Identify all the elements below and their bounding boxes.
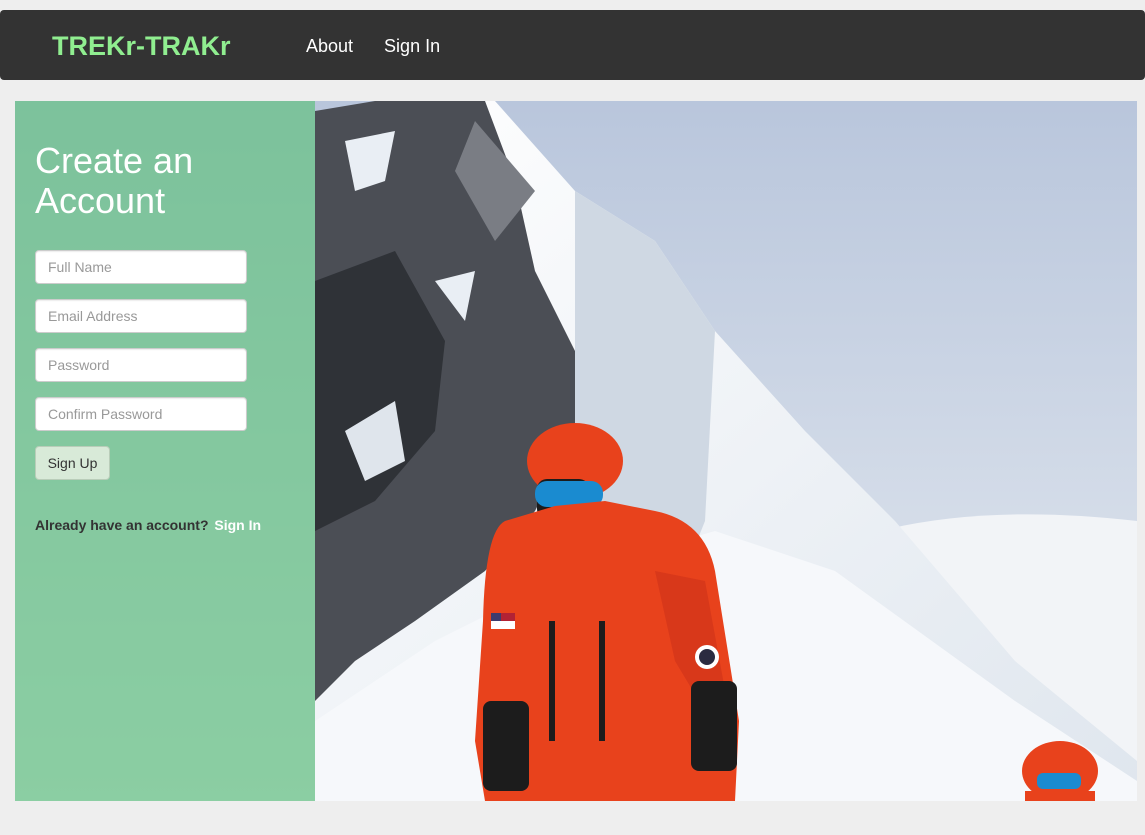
hero-section: Create an Account Sign Up Already have a…: [15, 101, 1137, 801]
nav-links: About Sign In: [306, 34, 471, 58]
sign-in-link[interactable]: Sign In: [214, 517, 261, 533]
password-field[interactable]: [35, 348, 247, 382]
have-account-prompt: Already have an account? Sign In: [35, 517, 261, 533]
sign-up-button[interactable]: Sign Up: [35, 446, 110, 480]
brand-logo[interactable]: TREKr-TRAKr: [52, 28, 231, 64]
nav-sign-in-link[interactable]: Sign In: [384, 34, 440, 58]
full-name-field[interactable]: [35, 250, 247, 284]
have-account-text: Already have an account?: [35, 517, 209, 533]
signup-panel: Create an Account Sign Up Already have a…: [15, 101, 315, 801]
confirm-password-field[interactable]: [35, 397, 247, 431]
top-navbar: TREKr-TRAKr About Sign In: [0, 10, 1145, 80]
form-title: Create an Account: [35, 140, 194, 221]
nav-about-link[interactable]: About: [306, 34, 353, 58]
email-field[interactable]: [35, 299, 247, 333]
